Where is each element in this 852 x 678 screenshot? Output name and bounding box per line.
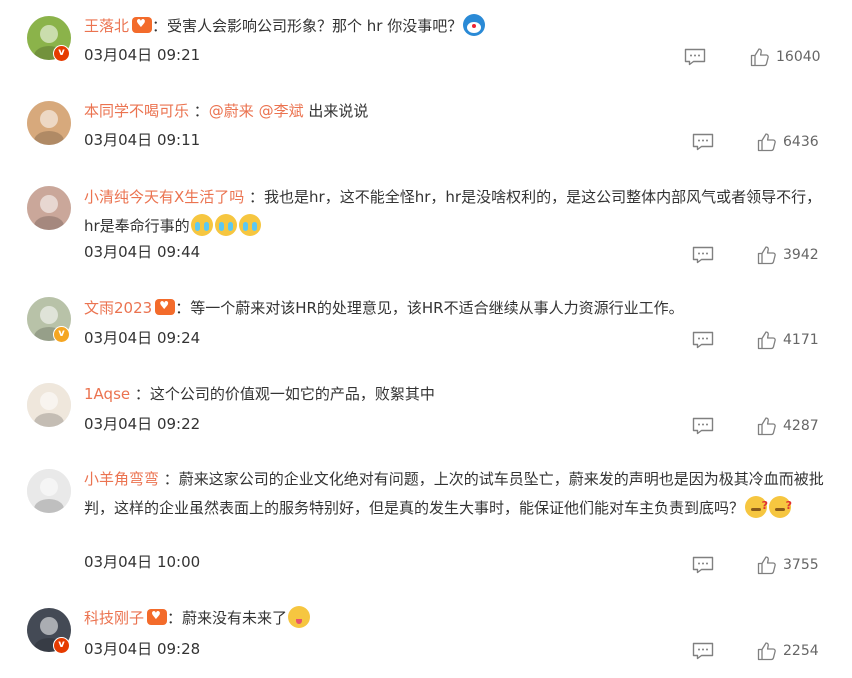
comment-body: ：蔚来这家公司的企业文化绝对有问题，上次的试车员坠亡，蔚来发的声明也是因为极其冷… [84,470,824,517]
thumbs-up-icon [757,417,776,436]
comment-text: 王落北 ：受害人会影响公司形象？那个 hr 你没事吧？ [84,12,824,41]
like-count: 2254 [783,643,819,659]
comment-text: 1Aqse ：这个公司的价值观一如它的产品，败絮其中 [84,380,824,409]
avatar[interactable] [27,469,71,513]
doraemon-emoji-icon [463,14,486,36]
vip-heart-icon [132,16,153,33]
cry-emoji-icon [238,214,261,236]
reply-icon[interactable] [692,642,714,660]
vip-heart-icon [147,608,168,625]
comment-time: 03月04日 09:24 [84,329,201,347]
think-emoji-icon [769,491,792,520]
cry-emoji-icon [214,214,237,236]
like-count: 6436 [783,134,819,150]
avatar[interactable] [27,101,71,145]
reply-icon[interactable] [692,246,714,264]
verified-badge-icon: v [53,637,70,654]
think-emoji-icon [745,491,768,520]
thumbs-up-icon [757,246,776,265]
thumbs-up-icon [757,331,776,350]
reply-icon[interactable] [692,133,714,151]
like-count: 4171 [783,332,819,348]
comment-time: 03月04日 10:00 [84,553,201,571]
comment-time: 03月04日 09:28 [84,640,201,658]
yum-emoji-icon [288,606,311,628]
like-count: 4287 [783,418,819,434]
comment-text: 科技刚子 ：蔚来没有未来了 [84,604,824,633]
comment-body: 出来说说 [303,102,369,120]
cry-emoji-icon [190,214,213,236]
comment-text: 小清纯今天有X生活了吗 ：我也是hr，这不能全怪hr，hr是没啥权利的，是这公司… [84,183,824,241]
like-count: 16040 [776,49,821,65]
vip-heart-icon [155,298,176,315]
username-link[interactable]: 本同学不喝可乐 [84,102,189,120]
username-link[interactable]: 科技刚子 [84,609,144,627]
avatar[interactable] [27,186,71,230]
mention-link[interactable]: @李斌 [259,102,304,120]
username-link[interactable]: 文雨2023 [84,299,152,317]
comment-body: ：受害人会影响公司形象？那个 hr 你没事吧？ [152,17,463,35]
reply-icon[interactable] [692,417,714,435]
comment-text: 小羊角弯弯 ：蔚来这家公司的企业文化绝对有问题，上次的试车员坠亡，蔚来发的声明也… [84,465,824,523]
comment-time: 03月04日 09:21 [84,46,201,64]
separator: ： [189,102,209,120]
comment-text: 文雨2023 ：等一个蔚来对该HR的处理意见，该HR不适合继续从事人力资源行业工作… [84,294,824,323]
thumbs-up-icon [750,48,769,67]
username-link[interactable]: 小羊角弯弯 [84,470,159,488]
comment-text: 本同学不喝可乐 ：@蔚来 @李斌 出来说说 [84,97,824,126]
comment-time: 03月04日 09:22 [84,415,201,433]
username-link[interactable]: 1Aqse [84,385,130,403]
like-count: 3755 [783,557,819,573]
mention-link[interactable]: @蔚来 [209,102,254,120]
thumbs-up-icon [757,133,776,152]
username-link[interactable]: 小清纯今天有X生活了吗 [84,188,244,206]
avatar[interactable] [27,383,71,427]
comment-time: 03月04日 09:44 [84,243,201,261]
reply-icon[interactable] [692,331,714,349]
thumbs-up-icon [757,556,776,575]
comment-body: ：等一个蔚来对该HR的处理意见，该HR不适合继续从事人力资源行业工作。 [175,299,684,317]
username-link[interactable]: 王落北 [84,17,129,35]
reply-icon[interactable] [692,556,714,574]
verified-badge-icon: v [53,45,70,62]
comment-body: ：蔚来没有未来了 [167,609,288,627]
verified-badge-icon: v [53,326,70,343]
reply-icon[interactable] [684,48,706,66]
thumbs-up-icon [757,642,776,661]
like-count: 3942 [783,247,819,263]
comment-time: 03月04日 09:11 [84,131,201,149]
comment-body: ：这个公司的价值观一如它的产品，败絮其中 [130,385,435,403]
